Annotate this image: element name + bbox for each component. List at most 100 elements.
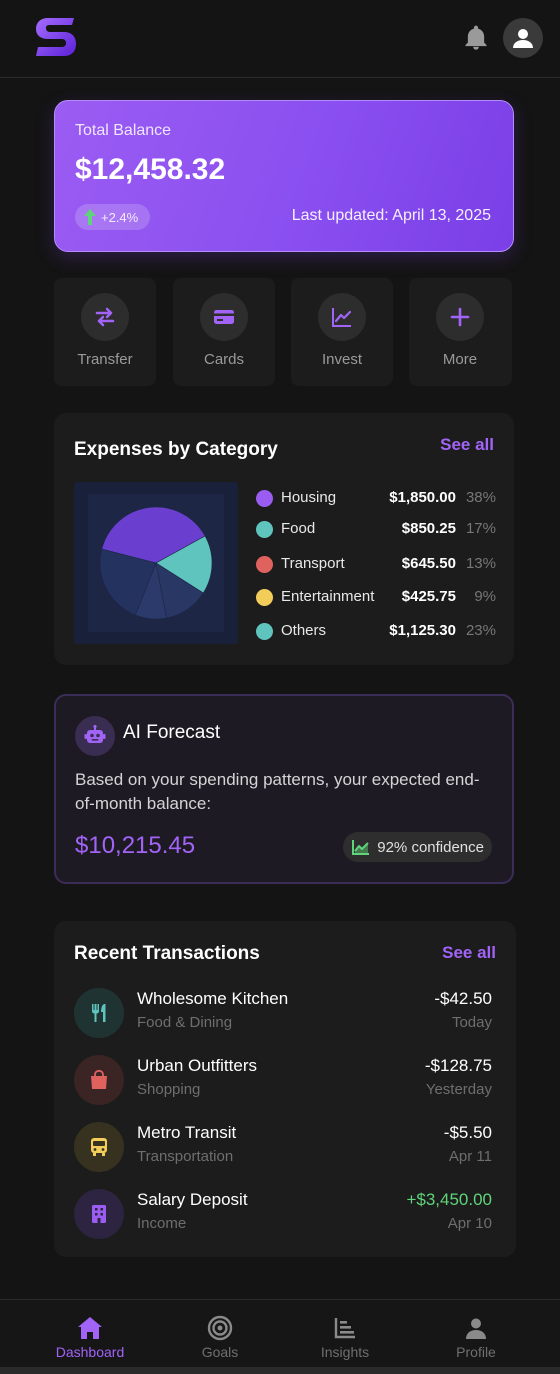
transactions-see-all-link[interactable]: See all bbox=[442, 943, 496, 963]
forecast-amount: $10,215.45 bbox=[75, 832, 196, 859]
expenses-pie-chart bbox=[74, 482, 238, 644]
shopping-bag-icon bbox=[74, 1055, 124, 1105]
legend-amount: $1,850.00 bbox=[389, 489, 456, 506]
legend-amount: $850.25 bbox=[401, 520, 456, 537]
transaction-row[interactable]: Urban Outfitters Shopping -$128.75 Yeste… bbox=[74, 1055, 494, 1107]
transaction-date: Apr 11 bbox=[448, 1148, 492, 1165]
arrow-up-icon bbox=[84, 209, 96, 225]
home-icon bbox=[76, 1314, 104, 1342]
recent-transactions-card: Recent Transactions See all Wholesome Ki… bbox=[54, 921, 516, 1257]
legend-amount: $425.75 bbox=[401, 588, 456, 605]
balance-change-badge: +2.4% bbox=[75, 204, 151, 230]
legend-dot bbox=[256, 490, 273, 507]
legend-amount: $1,125.30 bbox=[389, 622, 456, 639]
building-icon bbox=[74, 1189, 124, 1239]
balance-label: Total Balance bbox=[75, 122, 172, 139]
quick-actions: Transfer Cards Invest More bbox=[54, 278, 514, 386]
transaction-amount: -$128.75 bbox=[424, 1056, 492, 1075]
expenses-see-all-link[interactable]: See all bbox=[440, 435, 494, 455]
system-gesture-bar bbox=[0, 1367, 560, 1374]
legend-item-food[interactable]: Food $850.25 17% bbox=[256, 518, 496, 540]
transaction-name: Urban Outfitters bbox=[137, 1056, 257, 1075]
transactions-title: Recent Transactions bbox=[74, 943, 260, 964]
nav-label: Insights bbox=[320, 1344, 370, 1360]
legend-dot bbox=[256, 556, 273, 573]
balance-change-text: +2.4% bbox=[101, 209, 139, 225]
transaction-amount: -$5.50 bbox=[443, 1123, 492, 1142]
transaction-name: Salary Deposit bbox=[137, 1190, 248, 1209]
expenses-card: Expenses by Category See all Housing $1,… bbox=[54, 413, 514, 665]
trend-up-icon bbox=[352, 840, 370, 855]
legend-percent: 23% bbox=[465, 622, 496, 639]
bottom-navigation: Dashboard Goals Insights Profile bbox=[0, 1299, 560, 1374]
transaction-row[interactable]: Metro Transit Transportation -$5.50 Apr … bbox=[74, 1122, 494, 1174]
legend-name: Transport bbox=[281, 555, 345, 572]
legend-dot bbox=[256, 623, 273, 640]
card-icon bbox=[200, 293, 248, 341]
forecast-description: Based on your spending patterns, your ex… bbox=[75, 770, 480, 813]
confidence-text: 92% confidence bbox=[377, 838, 484, 856]
transfer-icon bbox=[81, 293, 129, 341]
invest-button[interactable]: Invest bbox=[291, 278, 393, 386]
cards-button[interactable]: Cards bbox=[173, 278, 275, 386]
transaction-date: Yesterday bbox=[425, 1081, 492, 1098]
transaction-category: Transportation bbox=[137, 1148, 234, 1165]
legend-name: Others bbox=[281, 622, 327, 639]
robot-icon bbox=[75, 716, 115, 756]
nav-label: Dashboard bbox=[55, 1344, 125, 1360]
transaction-row[interactable]: Salary Deposit Income +$3,450.00 Apr 10 bbox=[74, 1189, 494, 1241]
target-icon bbox=[206, 1314, 234, 1342]
bus-icon bbox=[74, 1122, 124, 1172]
transaction-name: Metro Transit bbox=[137, 1123, 237, 1142]
profile-avatar-button[interactable] bbox=[503, 18, 543, 58]
transaction-amount: -$42.50 bbox=[434, 989, 492, 1008]
legend-name: Entertainment bbox=[281, 588, 375, 605]
expenses-title: Expenses by Category bbox=[74, 439, 278, 460]
transaction-row[interactable]: Wholesome Kitchen Food & Dining -$42.50 … bbox=[74, 988, 494, 1040]
more-label: More bbox=[442, 351, 478, 368]
invest-label: Invest bbox=[321, 351, 363, 368]
legend-name: Food bbox=[281, 520, 316, 537]
transaction-amount: +$3,450.00 bbox=[406, 1190, 492, 1209]
transaction-category: Income bbox=[137, 1215, 187, 1232]
transaction-name: Wholesome Kitchen bbox=[137, 989, 289, 1008]
legend-item-transport[interactable]: Transport $645.50 13% bbox=[256, 553, 496, 575]
legend-name: Housing bbox=[281, 489, 337, 506]
legend-dot bbox=[256, 589, 273, 606]
transaction-date: Apr 10 bbox=[447, 1215, 492, 1232]
user-icon bbox=[513, 29, 533, 48]
nav-item-goals[interactable]: Goals bbox=[165, 1300, 275, 1368]
legend-amount: $645.50 bbox=[401, 555, 456, 572]
transaction-category: Food & Dining bbox=[137, 1014, 233, 1031]
ai-forecast-card[interactable]: AI Forecast Based on your spending patte… bbox=[54, 694, 514, 884]
transaction-date: Today bbox=[451, 1014, 492, 1031]
transfer-label: Transfer bbox=[77, 351, 133, 368]
nav-label: Goals bbox=[201, 1344, 239, 1360]
legend-item-entertainment[interactable]: Entertainment $425.75 9% bbox=[256, 586, 496, 608]
confidence-badge: 92% confidence bbox=[343, 832, 492, 862]
total-balance-card[interactable]: Total Balance $12,458.32 +2.4% Last upda… bbox=[54, 100, 514, 252]
legend-item-others[interactable]: Others $1,125.30 23% bbox=[256, 620, 496, 642]
legend-item-housing[interactable]: Housing $1,850.00 38% bbox=[256, 487, 496, 509]
nav-item-profile[interactable]: Profile bbox=[421, 1300, 531, 1368]
more-button[interactable]: More bbox=[409, 278, 512, 386]
legend-percent: 17% bbox=[465, 520, 496, 537]
nav-item-dashboard[interactable]: Dashboard bbox=[35, 1300, 145, 1368]
balance-amount: $12,458.32 bbox=[75, 153, 226, 186]
bar-chart-icon bbox=[331, 1314, 359, 1342]
bell-icon[interactable] bbox=[462, 24, 490, 52]
legend-dot bbox=[256, 521, 273, 538]
chart-line-icon bbox=[318, 293, 366, 341]
app-header bbox=[0, 0, 560, 78]
pie-chart-svg bbox=[88, 494, 224, 632]
legend-percent: 38% bbox=[465, 489, 496, 506]
app-logo-icon[interactable] bbox=[34, 14, 78, 60]
nav-label: Profile bbox=[456, 1344, 496, 1360]
transfer-button[interactable]: Transfer bbox=[54, 278, 156, 386]
legend-percent: 13% bbox=[465, 555, 496, 572]
legend-percent: 9% bbox=[474, 588, 496, 605]
nav-item-insights[interactable]: Insights bbox=[290, 1300, 400, 1368]
cards-label: Cards bbox=[203, 351, 244, 368]
plus-icon bbox=[436, 293, 484, 341]
transaction-category: Shopping bbox=[137, 1081, 201, 1098]
